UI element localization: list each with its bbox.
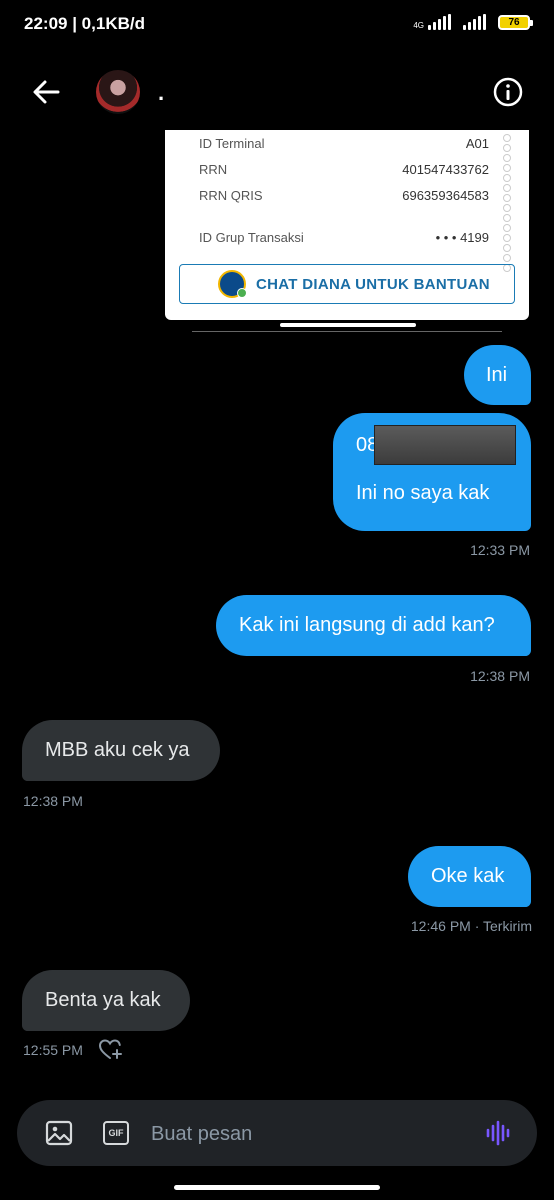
receipt-image[interactable]: ID Terminal A01 RRN 401547433762 RRN QRI…: [165, 130, 529, 320]
message-text: MBB aku cek ya: [45, 739, 190, 761]
message-timestamp: 12:38 PM: [470, 668, 530, 684]
message-text: Oke kak: [431, 865, 505, 887]
message-timestamp-status: 12:46 PM · Terkirim: [410, 918, 532, 934]
voice-wave-icon: [486, 1120, 510, 1146]
receipt-edge-decoration: [503, 132, 511, 274]
receipt-divider: [192, 331, 502, 332]
receipt-label: ID Grup Transaksi: [199, 230, 304, 245]
message-bubble-outgoing[interactable]: Ini: [464, 345, 531, 405]
voice-message-button[interactable]: [485, 1120, 511, 1146]
message-timestamp: 12:38 PM: [23, 793, 83, 809]
conversation-header: .: [0, 60, 554, 124]
message-composer: GIF: [17, 1100, 537, 1166]
message-text: Ini no saya kak: [356, 482, 490, 504]
heart-plus-icon: [98, 1039, 122, 1059]
receipt-value: 696359364583: [402, 188, 489, 203]
gif-button[interactable]: GIF: [103, 1121, 129, 1145]
image-icon: [45, 1120, 73, 1146]
receipt-label: RRN QRIS: [199, 188, 263, 203]
receipt-value: A01: [465, 136, 489, 151]
contact-name[interactable]: .: [158, 80, 164, 106]
message-bubble-incoming[interactable]: MBB aku cek ya: [22, 720, 220, 781]
message-bubble-outgoing[interactable]: Kak ini langsung di add kan?: [216, 595, 531, 656]
status-icons: 4G 76: [413, 14, 533, 30]
receipt-row: ID Terminal A01: [199, 136, 489, 151]
signal-icon: [428, 14, 451, 30]
message-input[interactable]: [149, 1114, 453, 1154]
back-button[interactable]: [28, 74, 64, 110]
battery-icon: 76: [498, 15, 533, 30]
message-bubble-outgoing[interactable]: Oke kak: [408, 846, 531, 907]
info-button[interactable]: [492, 76, 524, 108]
receipt-label: ID Terminal: [199, 136, 265, 151]
signal-icon-2: [463, 14, 486, 30]
receipt-value: • • • 4199: [435, 230, 489, 245]
receipt-row: ID Grup Transaksi • • • 4199: [199, 230, 489, 245]
avatar[interactable]: [96, 70, 140, 114]
help-button-label: CHAT DIANA UNTUK BANTUAN: [256, 275, 490, 293]
arrow-left-icon: [33, 80, 60, 104]
redaction-box: [374, 425, 516, 465]
message-bubble-incoming[interactable]: Benta ya kak: [22, 970, 190, 1031]
network-type: 4G: [413, 21, 424, 30]
message-timestamp: 12:55 PM: [23, 1042, 83, 1058]
status-bar: 22:09 | 0,1KB/d 4G 76: [0, 0, 554, 50]
message-text: Kak ini langsung di add kan?: [239, 614, 495, 636]
receipt-label: RRN: [199, 162, 228, 177]
message-text: Benta ya kak: [45, 989, 161, 1011]
react-button[interactable]: [98, 1038, 124, 1062]
chat-diana-help-button[interactable]: CHAT DIANA UNTUK BANTUAN: [179, 264, 515, 304]
receipt-value: 401547433762: [402, 162, 489, 177]
receipt-handle: [280, 323, 416, 327]
receipt-row: RRN 401547433762: [199, 162, 489, 177]
diana-logo-icon: [218, 270, 247, 298]
status-time: 22:09 | 0,1KB/d: [24, 14, 145, 33]
add-image-button[interactable]: [45, 1120, 73, 1146]
battery-level: 76: [508, 17, 520, 28]
info-icon: [493, 77, 523, 107]
receipt-row: RRN QRIS 696359364583: [199, 188, 489, 203]
message-timestamp: 12:33 PM: [470, 542, 530, 558]
message-text: Ini: [486, 364, 508, 386]
gif-icon: GIF: [108, 1128, 124, 1138]
home-indicator[interactable]: [174, 1185, 380, 1190]
